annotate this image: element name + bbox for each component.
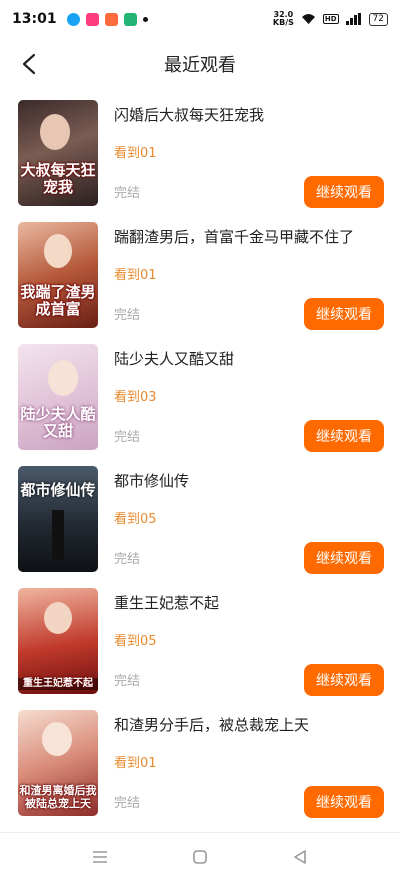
continue-watching-button[interactable]: 继续观看	[304, 664, 384, 696]
completion-status: 完结	[114, 552, 141, 567]
battery-icon: 72	[368, 12, 388, 26]
watch-progress: 看到01	[114, 146, 157, 161]
list-item[interactable]: 我踹了渣男成首富 踹翻渣男后，首富千金马甲藏不住了 看到01 完结 继续观看	[0, 212, 400, 334]
completion-status: 完结	[114, 430, 141, 445]
wifi-icon	[301, 14, 315, 24]
cover-title: 重生王妃惹不起	[18, 678, 98, 690]
book-cover[interactable]: 大叔每天狂宠我	[18, 100, 98, 206]
book-cover[interactable]: 陆少夫人酷又甜	[18, 344, 98, 450]
watch-progress: 看到01	[114, 268, 157, 283]
completion-status: 完结	[114, 308, 141, 323]
status-bar: 13:01 32.0 KB/S HD 72	[0, 0, 400, 38]
watch-progress: 看到01	[114, 756, 157, 771]
watch-progress: 看到05	[114, 634, 157, 649]
home-button[interactable]	[180, 837, 220, 877]
app-notification-icon	[123, 12, 137, 26]
top-bar: 最近观看	[0, 38, 400, 90]
net-speed: 32.0 KB/S	[272, 10, 294, 27]
list-item[interactable]: 和渣男离婚后我被陆总宠上天 和渣男分手后，被总裁宠上天 看到01 完结 继续观看	[0, 700, 400, 822]
hd-icon: HD	[322, 14, 339, 24]
continue-watching-button[interactable]: 继续观看	[304, 542, 384, 574]
book-title: 重生王妃惹不起	[114, 594, 220, 612]
app-notification-icon	[66, 12, 80, 26]
cover-title: 我踹了渣男成首富	[20, 283, 96, 318]
system-back-button[interactable]	[280, 837, 320, 877]
clock: 13:01	[12, 11, 57, 27]
book-title: 踹翻渣男后，首富千金马甲藏不住了	[114, 228, 355, 246]
system-nav-bar	[0, 832, 400, 880]
app-notification-icon	[104, 12, 118, 26]
list-item[interactable]: 陆少夫人酷又甜 陆少夫人又酷又甜 看到03 完结 继续观看	[0, 334, 400, 456]
cover-title: 都市修仙传	[20, 481, 96, 499]
continue-watching-button[interactable]: 继续观看	[304, 786, 384, 818]
continue-watching-button[interactable]: 继续观看	[304, 176, 384, 208]
list-item[interactable]: 大叔每天狂宠我 闪婚后大叔每天狂宠我 看到01 完结 继续观看	[0, 90, 400, 212]
book-title: 都市修仙传	[114, 472, 190, 490]
book-title: 闪婚后大叔每天狂宠我	[114, 106, 265, 124]
book-cover[interactable]: 我踹了渣男成首富	[18, 222, 98, 328]
signal-icon	[345, 13, 361, 25]
back-button[interactable]	[14, 49, 44, 79]
back-triangle-icon	[294, 849, 306, 864]
history-list: 大叔每天狂宠我 闪婚后大叔每天狂宠我 看到01 完结 继续观看 我踹了渣男成首富…	[0, 90, 400, 832]
book-title: 和渣男分手后，被总裁宠上天	[114, 716, 310, 734]
watch-progress: 看到03	[114, 390, 157, 405]
watch-progress: 看到05	[114, 512, 157, 527]
chevron-left-icon	[22, 53, 36, 75]
home-square-icon	[193, 849, 207, 864]
list-item[interactable]: 都市修仙传 都市修仙传 看到05 完结 继续观看	[0, 456, 400, 578]
cover-title: 陆少夫人酷又甜	[20, 405, 96, 440]
book-cover[interactable]: 和渣男离婚后我被陆总宠上天	[18, 710, 98, 816]
completion-status: 完结	[114, 186, 141, 201]
more-notifications-dot	[142, 16, 148, 22]
recent-apps-button[interactable]	[80, 837, 120, 877]
cover-title: 大叔每天狂宠我	[20, 161, 96, 196]
continue-watching-button[interactable]: 继续观看	[304, 298, 384, 330]
menu-icon	[93, 850, 107, 863]
notification-icons	[66, 12, 148, 26]
page-title: 最近观看	[164, 55, 236, 76]
cover-title: 和渣男离婚后我被陆总宠上天	[19, 784, 97, 810]
book-cover[interactable]: 都市修仙传	[18, 466, 98, 572]
app-notification-icon	[85, 12, 99, 26]
book-cover[interactable]: 重生王妃惹不起	[18, 588, 98, 694]
completion-status: 完结	[114, 796, 141, 811]
continue-watching-button[interactable]: 继续观看	[304, 420, 384, 452]
completion-status: 完结	[114, 674, 141, 689]
book-title: 陆少夫人又酷又甜	[114, 350, 235, 368]
list-item[interactable]: 重生王妃惹不起 重生王妃惹不起 看到05 完结 继续观看	[0, 578, 400, 700]
